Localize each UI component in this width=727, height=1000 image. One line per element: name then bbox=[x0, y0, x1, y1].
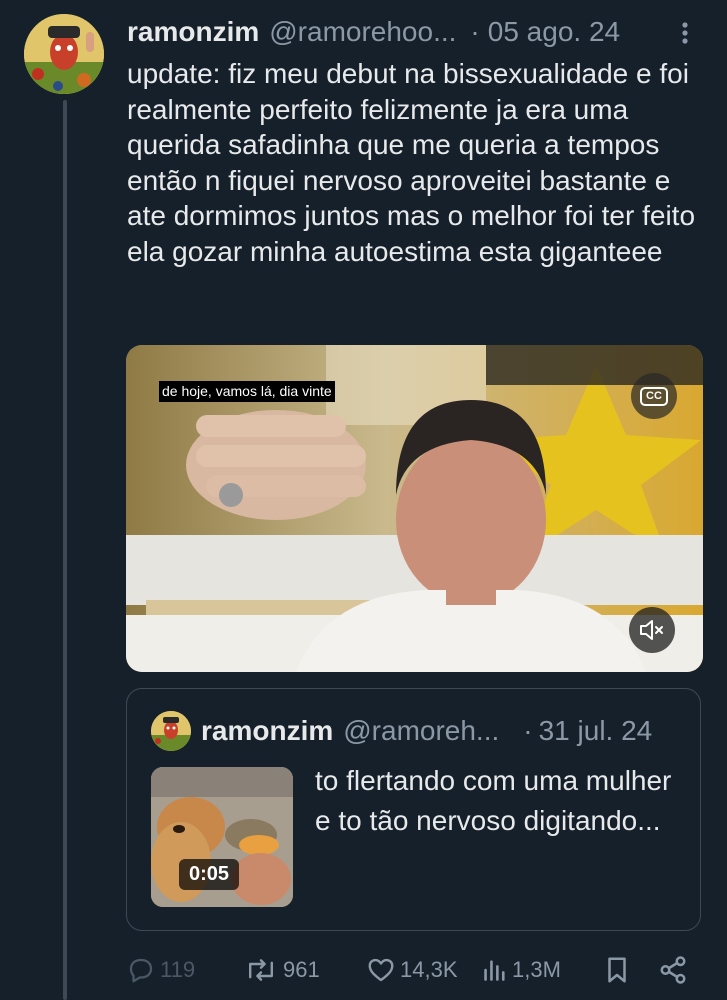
quoted-tweet-date[interactable]: 31 jul. 24 bbox=[539, 715, 653, 747]
bookmark-icon bbox=[608, 957, 626, 983]
view-count: 1,3M bbox=[512, 957, 561, 982]
tweet-header: ramonzim @ramorehoo... · 05 ago. 24 bbox=[127, 14, 707, 50]
tweet-date[interactable]: 05 ago. 24 bbox=[488, 16, 620, 48]
muted-speaker-icon bbox=[640, 620, 663, 640]
author-handle[interactable]: @ramorehoo... bbox=[269, 16, 456, 48]
cc-icon: CC bbox=[640, 386, 668, 406]
video-caption: de hoje, vamos lá, dia vinte bbox=[159, 381, 335, 402]
quoted-tweet-text: to flertando com uma mulher e to tão ner… bbox=[315, 765, 672, 836]
tweet-text: update: fiz meu debut na bissexualidade … bbox=[127, 58, 696, 267]
repost-button[interactable]: 961 bbox=[243, 950, 320, 990]
separator-dot: · bbox=[523, 715, 533, 746]
quoted-author-avatar[interactable] bbox=[151, 711, 191, 751]
reply-icon bbox=[129, 958, 153, 983]
video-duration-badge: 0:05 bbox=[179, 859, 240, 890]
thread-line bbox=[63, 100, 67, 1000]
like-icon bbox=[368, 958, 394, 982]
like-count: 14,3K bbox=[400, 957, 458, 982]
author-avatar[interactable] bbox=[24, 14, 104, 94]
bookmark-button[interactable] bbox=[602, 950, 632, 990]
views-icon bbox=[484, 960, 505, 981]
author-display-name[interactable]: ramonzim bbox=[127, 16, 259, 48]
reply-count: 119 bbox=[160, 957, 196, 982]
share-icon bbox=[660, 956, 686, 984]
separator-dot: · bbox=[470, 16, 480, 47]
quoted-author-display-name[interactable]: ramonzim bbox=[201, 715, 333, 747]
reply-button[interactable]: 119 bbox=[126, 950, 195, 990]
repost-icon bbox=[249, 959, 273, 981]
more-options-icon[interactable] bbox=[668, 16, 702, 50]
repost-count: 961 bbox=[283, 957, 320, 982]
tweet-action-bar: 119 961 14,3K 1,3M bbox=[126, 950, 706, 990]
closed-captions-button[interactable]: CC bbox=[631, 373, 677, 419]
like-button[interactable]: 14,3K bbox=[366, 950, 458, 990]
quoted-tweet-header: ramonzim @ramoreh... · 31 jul. 24 bbox=[201, 713, 691, 749]
unmute-button[interactable] bbox=[629, 607, 675, 653]
avatar-image bbox=[24, 14, 104, 94]
tweet-video[interactable]: de hoje, vamos lá, dia vinte CC bbox=[126, 345, 703, 672]
quoted-video-thumbnail[interactable]: 0:05 bbox=[151, 767, 293, 907]
quoted-tweet[interactable]: ramonzim @ramoreh... · 31 jul. 24 0:05 t… bbox=[126, 688, 701, 931]
quoted-author-handle[interactable]: @ramoreh... bbox=[343, 715, 499, 747]
avatar-image bbox=[151, 711, 191, 751]
share-button[interactable] bbox=[658, 950, 688, 990]
views-button[interactable]: 1,3M bbox=[482, 950, 561, 990]
